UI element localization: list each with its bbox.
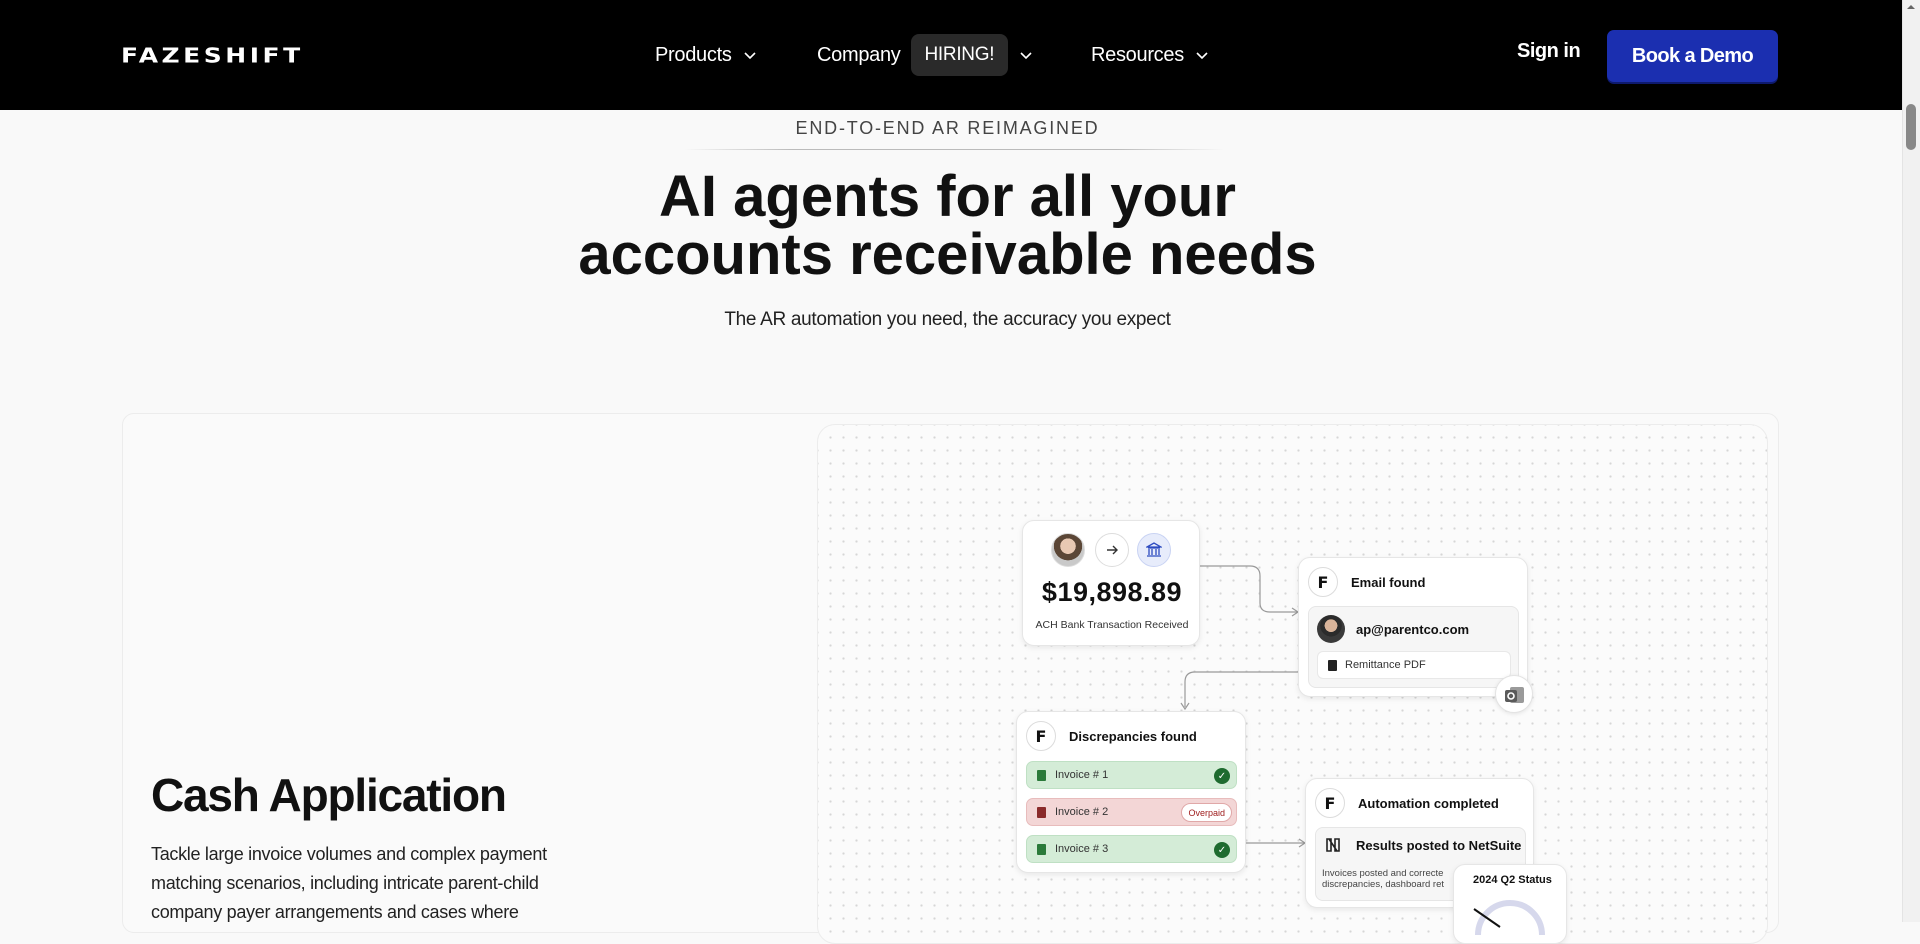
hero-title: AI agents for all your accounts receivab… xyxy=(0,168,1895,284)
hero-title-line2: accounts receivable needs xyxy=(578,222,1317,287)
feature-title: Cash Application xyxy=(151,769,507,821)
payer-avatar xyxy=(1051,533,1085,567)
contact-avatar xyxy=(1317,615,1345,643)
scroll-up-icon[interactable] xyxy=(1906,2,1916,12)
remittance-pdf-chip: Remittance PDF xyxy=(1317,651,1511,679)
chevron-down-icon xyxy=(743,52,756,60)
payment-received-node: $19,898.89 ACH Bank Transaction Received xyxy=(1022,520,1200,646)
invoice-row: Invoice # 2 Overpaid xyxy=(1026,798,1237,826)
chevron-down-icon xyxy=(1196,52,1208,60)
discrepancies-node: F Discrepancies found Invoice # 1 ✓ Invo… xyxy=(1016,711,1246,873)
nav-company[interactable]: Company HIRING! xyxy=(817,34,1032,76)
invoice-label: Invoice # 3 xyxy=(1055,843,1109,855)
invoice-label: Invoice # 2 xyxy=(1055,806,1109,818)
workflow-diagram-panel xyxy=(817,424,1768,944)
nav-company-label: Company xyxy=(817,43,901,66)
attachment-label: Remittance PDF xyxy=(1345,659,1426,671)
payment-amount: $19,898.89 xyxy=(1041,577,1183,607)
discrepancies-title: Discrepancies found xyxy=(1069,729,1197,744)
invoice-row: Invoice # 1 ✓ xyxy=(1026,761,1237,789)
email-address: ap@parentco.com xyxy=(1356,622,1470,637)
bank-icon xyxy=(1137,533,1171,567)
nav-products-label: Products xyxy=(655,43,732,66)
email-found-title: Email found xyxy=(1351,575,1426,590)
eyebrow-divider xyxy=(684,149,1224,150)
fazeshift-f-icon: F xyxy=(1315,788,1345,818)
top-nav: FAZESHIFT Products Company HIRING! Resou… xyxy=(0,0,1902,110)
sign-in-link[interactable]: Sign in xyxy=(1517,40,1581,63)
automation-result-line1: Invoices posted and correcte xyxy=(1322,868,1444,879)
scrollbar-thumb[interactable] xyxy=(1906,104,1916,150)
fazeshift-f-icon: F xyxy=(1026,721,1056,751)
netsuite-icon xyxy=(1326,838,1340,852)
status-card-title: 2024 Q2 Status xyxy=(1473,874,1552,886)
document-icon xyxy=(1037,807,1046,818)
arrow-right-icon xyxy=(1095,533,1129,567)
nav-resources-label: Resources xyxy=(1091,43,1184,66)
feature-description: Tackle large invoice volumes and complex… xyxy=(151,844,547,922)
logo-text: FAZESHIFT xyxy=(121,43,304,67)
nav-resources[interactable]: Resources xyxy=(1091,36,1208,74)
hiring-badge: HIRING! xyxy=(910,34,1009,76)
email-details: ap@parentco.com Remittance PDF xyxy=(1308,606,1519,688)
outlook-icon xyxy=(1495,675,1533,713)
hero-title-line1: AI agents for all your xyxy=(659,164,1236,229)
check-icon: ✓ xyxy=(1214,768,1230,784)
book-demo-button[interactable]: Book a Demo xyxy=(1607,30,1778,82)
hero-subtitle: The AR automation you need, the accuracy… xyxy=(724,309,1171,330)
hero-eyebrow: END-TO-END AR REIMAGINED xyxy=(795,118,1100,138)
invoice-label: Invoice # 1 xyxy=(1055,769,1109,781)
payment-caption: ACH Bank Transaction Received xyxy=(1035,619,1189,631)
document-icon xyxy=(1037,844,1046,855)
email-found-node: F Email found ap@parentco.com Remittance… xyxy=(1298,557,1528,697)
document-icon xyxy=(1328,659,1337,671)
invoice-row: Invoice # 3 ✓ xyxy=(1026,835,1237,863)
automation-title: Automation completed xyxy=(1358,796,1499,811)
fazeshift-f-icon: F xyxy=(1308,567,1338,597)
chevron-down-icon xyxy=(1020,52,1032,60)
check-icon: ✓ xyxy=(1214,842,1230,858)
nav-products[interactable]: Products xyxy=(655,36,756,74)
document-icon xyxy=(1037,770,1046,781)
automation-result-title: Results posted to NetSuite xyxy=(1356,838,1522,853)
q2-status-card: 2024 Q2 Status xyxy=(1453,864,1567,944)
automation-result-line2: discrepancies, dashboard ret xyxy=(1322,879,1444,890)
overpaid-badge: Overpaid xyxy=(1181,803,1232,822)
fazeshift-logo[interactable]: FAZESHIFT xyxy=(121,42,317,68)
status-gauge-icon xyxy=(1473,900,1545,935)
